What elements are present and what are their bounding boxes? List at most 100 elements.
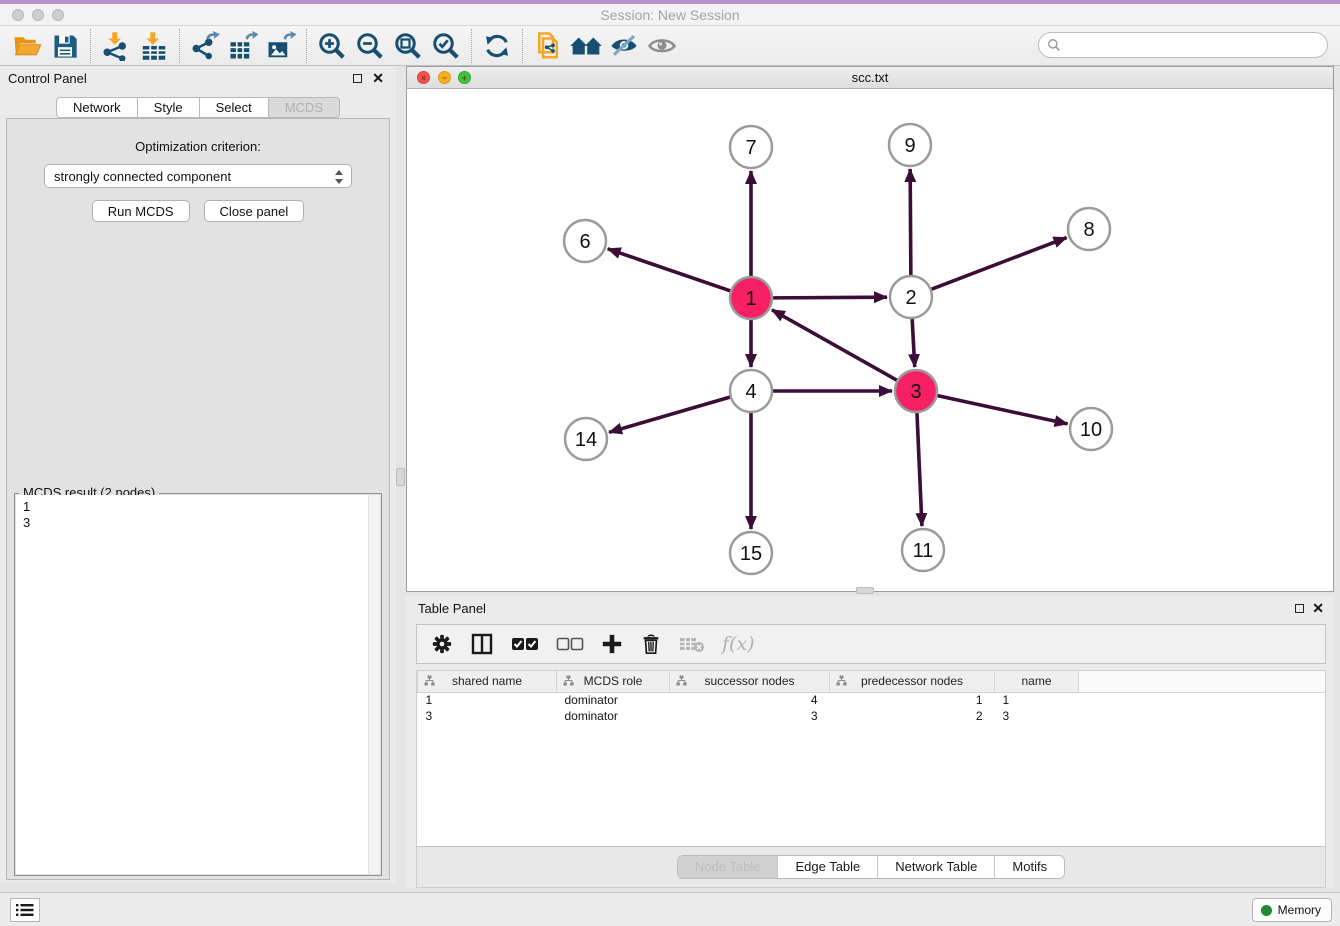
graph-node-9[interactable]: 9 — [889, 124, 931, 166]
graph-node-label: 6 — [579, 231, 590, 253]
graph-edge-3-1[interactable] — [772, 310, 897, 380]
delete-columns-trash-icon[interactable] — [640, 633, 662, 655]
open-session-icon[interactable] — [8, 29, 46, 63]
column-header-predecessor-nodes[interactable]: predecessor nodes — [830, 671, 995, 692]
export-image-icon[interactable] — [262, 29, 300, 63]
table-cell[interactable]: 1 — [830, 692, 995, 708]
graph-edge-2-8[interactable] — [932, 238, 1067, 290]
memory-status-icon — [1261, 905, 1272, 916]
network-view-window: × − + scc.txt 7 9 6 8 1 2 4 3 14 10 15 11 — [406, 66, 1334, 592]
show-hide-eye-icon[interactable] — [643, 29, 681, 63]
table-cell-filler — [1079, 692, 1326, 708]
graph-node-2[interactable]: 2 — [890, 276, 932, 318]
table-cell[interactable]: dominator — [557, 692, 670, 708]
criterion-select[interactable]: strongly connected component — [44, 164, 352, 188]
table-cell[interactable]: 1 — [418, 692, 557, 708]
graph-node-label: 15 — [740, 543, 762, 565]
memory-button[interactable]: Memory — [1252, 898, 1332, 922]
column-header-successor-nodes[interactable]: successor nodes — [670, 671, 830, 692]
graph-node-3[interactable]: 3 — [895, 370, 937, 412]
graph-edge-1-2[interactable] — [773, 297, 887, 298]
run-mcds-button[interactable]: Run MCDS — [92, 200, 190, 222]
table-cell[interactable]: 3 — [995, 708, 1079, 724]
tab-style[interactable]: Style — [138, 97, 200, 118]
graph-edge-1-6[interactable] — [608, 249, 730, 291]
graph-node-10[interactable]: 10 — [1070, 408, 1112, 450]
table-row[interactable]: 1dominator411 — [418, 692, 1326, 708]
select-all-columns-icon[interactable] — [511, 636, 539, 652]
control-panel-title: Control Panel — [8, 71, 87, 86]
graph-edge-4-14[interactable] — [609, 397, 730, 432]
column-header-mcds-role[interactable]: MCDS role — [557, 671, 670, 692]
float-table-panel-icon[interactable] — [1295, 604, 1304, 613]
import-table-icon[interactable] — [135, 29, 173, 63]
export-network-icon[interactable] — [186, 29, 224, 63]
tab-mcds[interactable]: MCDS — [269, 97, 340, 118]
duplicate-network-icon[interactable] — [529, 29, 567, 63]
zoom-out-icon[interactable] — [351, 29, 389, 63]
tab-network-table[interactable]: Network Table — [877, 856, 994, 878]
deselect-all-columns-icon[interactable] — [556, 636, 584, 652]
table-cell[interactable]: 3 — [670, 708, 830, 724]
zoom-in-icon[interactable] — [313, 29, 351, 63]
graph-node-1[interactable]: 1 — [730, 277, 772, 319]
table-row[interactable]: 3dominator323 — [418, 708, 1326, 724]
table-cell[interactable]: 1 — [995, 692, 1079, 708]
search-input[interactable] — [1038, 32, 1328, 58]
column-header-shared-name[interactable]: shared name — [418, 671, 557, 692]
tab-select[interactable]: Select — [200, 97, 269, 118]
graph-node-8[interactable]: 8 — [1068, 208, 1110, 250]
panel-resize-grip-horizontal[interactable] — [856, 587, 874, 594]
attribute-icon — [563, 675, 574, 689]
mcds-result-item[interactable]: 3 — [23, 515, 380, 531]
mcds-result-item[interactable]: 1 — [23, 499, 380, 515]
select-spinner-icon — [335, 169, 344, 185]
graph-node-14[interactable]: 14 — [565, 418, 607, 460]
tab-network[interactable]: Network — [56, 97, 138, 118]
graph-node-6[interactable]: 6 — [564, 220, 606, 262]
app-title: Session: New Session — [0, 7, 1340, 23]
close-table-panel-icon[interactable]: ✕ — [1312, 599, 1324, 617]
save-session-icon[interactable] — [46, 29, 84, 63]
float-panel-icon[interactable] — [353, 74, 362, 83]
tab-edge-table[interactable]: Edge Table — [777, 856, 877, 878]
graph-node-4[interactable]: 4 — [730, 370, 772, 412]
panel-resize-grip-vertical[interactable] — [396, 468, 405, 486]
graph-node-7[interactable]: 7 — [730, 126, 772, 168]
graph-edge-3-10[interactable] — [937, 396, 1067, 424]
optimization-criterion-label: Optimization criterion: — [7, 139, 389, 154]
function-builder-icon: f(x) — [722, 633, 755, 655]
refresh-view-icon[interactable] — [478, 29, 516, 63]
zoom-fit-icon[interactable] — [389, 29, 427, 63]
graph-edge-3-11[interactable] — [917, 413, 922, 526]
table-cell[interactable]: dominator — [557, 708, 670, 724]
home-layout-icon[interactable] — [567, 29, 605, 63]
graph-edge-2-3[interactable] — [912, 319, 915, 367]
network-canvas[interactable]: 7 9 6 8 1 2 4 3 14 10 15 11 — [407, 89, 1333, 591]
toolbar-separator — [522, 29, 523, 63]
table-cell[interactable]: 4 — [670, 692, 830, 708]
tab-node-table[interactable]: Node Table — [678, 856, 778, 878]
close-panel-icon[interactable]: ✕ — [372, 69, 384, 87]
table-mode-gear-icon[interactable] — [431, 633, 453, 655]
control-panel-header: Control Panel ✕ — [0, 66, 396, 92]
show-columns-icon[interactable] — [470, 632, 494, 656]
mcds-result-scrollbar[interactable] — [368, 495, 380, 874]
zoom-selected-icon[interactable] — [427, 29, 465, 63]
memory-label: Memory — [1278, 903, 1321, 917]
import-network-icon[interactable] — [97, 29, 135, 63]
task-history-button[interactable] — [10, 898, 40, 922]
graph-node-11[interactable]: 11 — [902, 529, 944, 571]
graph-edge-2-9[interactable] — [910, 169, 911, 275]
table-cell[interactable]: 3 — [418, 708, 557, 724]
network-window-titlebar[interactable]: × − + scc.txt — [407, 67, 1333, 89]
graph-node-15[interactable]: 15 — [730, 532, 772, 574]
table-cell[interactable]: 2 — [830, 708, 995, 724]
tab-motifs[interactable]: Motifs — [994, 856, 1064, 878]
add-column-icon[interactable] — [601, 633, 623, 655]
close-panel-button[interactable]: Close panel — [204, 200, 305, 222]
toggle-graphics-details-icon[interactable] — [605, 29, 643, 63]
column-header-name[interactable]: name — [995, 671, 1079, 692]
export-table-icon[interactable] — [224, 29, 262, 63]
delete-table-icon — [679, 635, 705, 653]
